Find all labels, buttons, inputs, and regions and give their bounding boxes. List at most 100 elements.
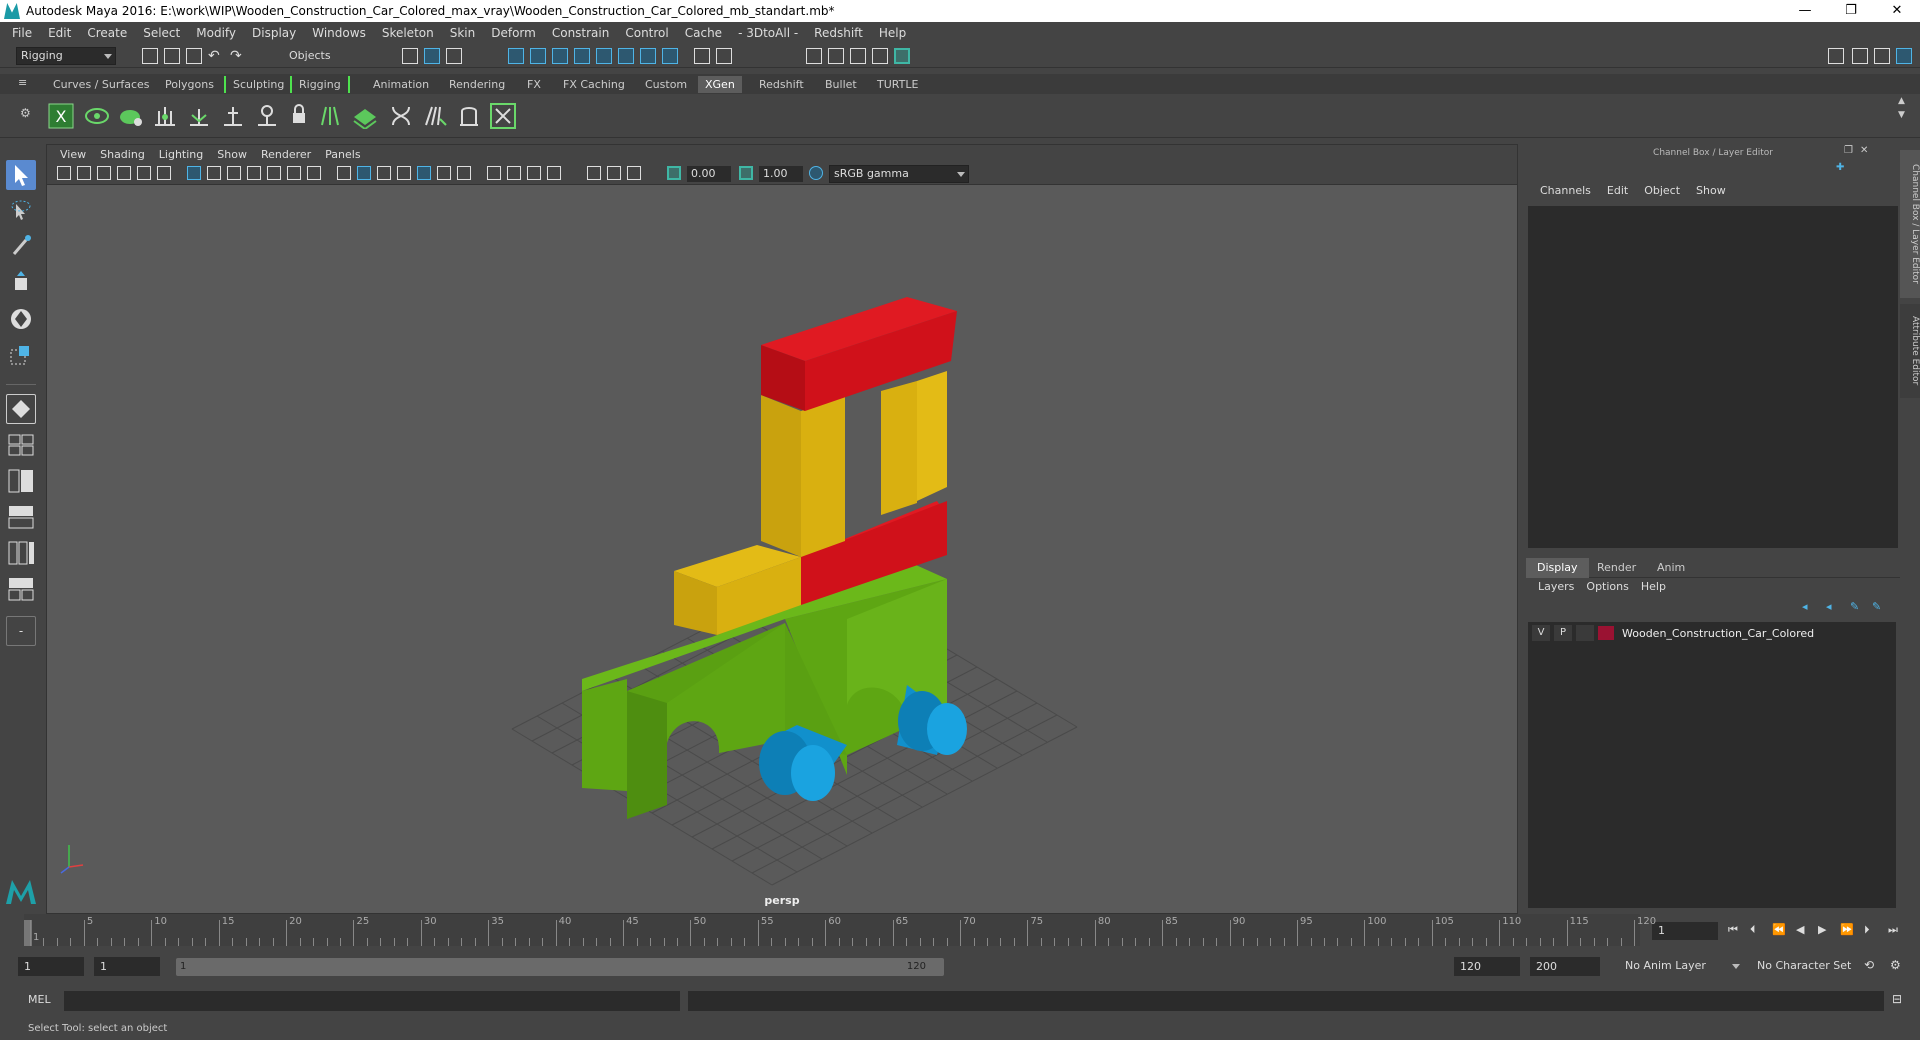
move-tool[interactable]: [6, 268, 36, 298]
new-scene-icon[interactable]: [142, 48, 158, 64]
shelf-menu-icon[interactable]: ≡: [18, 76, 34, 92]
edit-menu[interactable]: Edit: [1599, 184, 1636, 197]
gamma-value[interactable]: 1.00: [759, 166, 803, 182]
render-current-frame-icon[interactable]: [828, 48, 844, 64]
xgen-add-guide-icon[interactable]: [186, 103, 212, 129]
input-output-icon[interactable]: [716, 48, 732, 64]
channel-box-side-tab[interactable]: Channel Box / Layer Editor: [1900, 150, 1920, 298]
history-icon[interactable]: [640, 48, 656, 64]
anim-layer-dropdown[interactable]: No Anim Layer: [1620, 957, 1744, 975]
script-editor-icon[interactable]: ⊟: [1892, 992, 1908, 1008]
viewport-menu-lighting[interactable]: Lighting: [152, 148, 210, 161]
save-scene-icon[interactable]: [186, 48, 202, 64]
isolate-select-icon[interactable]: [547, 166, 561, 180]
menu-skeleton[interactable]: Skeleton: [374, 26, 442, 40]
go-to-end-icon[interactable]: ⏭: [1888, 923, 1904, 939]
xgen-lock-guides-icon[interactable]: [286, 103, 312, 129]
use-all-lights-icon[interactable]: [417, 166, 431, 180]
restore-button[interactable]: ❐: [1828, 0, 1874, 22]
mode-dropdown[interactable]: Rigging: [16, 47, 116, 65]
show-menu[interactable]: Show: [1688, 184, 1734, 197]
animation-end-field[interactable]: 200: [1530, 957, 1600, 976]
wireframe-on-shaded-icon[interactable]: [377, 166, 391, 180]
menu-redshift[interactable]: Redshift: [806, 26, 871, 40]
scale-tool[interactable]: [6, 340, 36, 370]
options-menu[interactable]: Options: [1580, 580, 1634, 593]
tab-fx-caching[interactable]: FX Caching: [556, 76, 632, 93]
new-layer-icon[interactable]: ✎: [1850, 600, 1864, 614]
snap-live-icon[interactable]: [596, 48, 612, 64]
menu-cache[interactable]: Cache: [677, 26, 730, 40]
manipulator-icon[interactable]: ✚: [1836, 162, 1850, 176]
tab-turtle[interactable]: TURTLE: [870, 76, 925, 93]
xgen-density-brush-icon[interactable]: [352, 103, 378, 129]
field-chart-icon[interactable]: [267, 166, 281, 180]
preferences-icon[interactable]: ⚙: [1890, 958, 1906, 974]
channel-box-area[interactable]: [1528, 206, 1898, 548]
layer-row[interactable]: V P Wooden_Construction_Car_Colored: [1532, 624, 1892, 642]
2d-pan-zoom-icon[interactable]: [137, 166, 151, 180]
channels-menu[interactable]: Channels: [1532, 184, 1599, 197]
paint-select-tool[interactable]: [6, 232, 36, 262]
viewport-menu-renderer[interactable]: Renderer: [254, 148, 318, 161]
safe-title-icon[interactable]: [307, 166, 321, 180]
shadows-icon[interactable]: [437, 166, 451, 180]
image-plane-icon[interactable]: [117, 166, 131, 180]
layer-visibility-toggle[interactable]: V: [1532, 625, 1550, 641]
xgen-create-description-icon[interactable]: [118, 103, 144, 129]
menu-file[interactable]: File: [4, 26, 40, 40]
undo-icon[interactable]: ↶: [208, 48, 224, 64]
xgen-place-guides-icon[interactable]: [152, 103, 178, 129]
layer-color-swatch[interactable]: [1598, 626, 1614, 640]
range-bar[interactable]: 1 120: [176, 958, 944, 976]
toy-car-model[interactable]: [582, 297, 967, 819]
snap-view-plane-icon[interactable]: [574, 48, 590, 64]
menu-deform[interactable]: Deform: [483, 26, 544, 40]
menu-display[interactable]: Display: [244, 26, 304, 40]
attribute-editor-toggle-icon[interactable]: [1874, 48, 1890, 64]
menu-windows[interactable]: Windows: [304, 26, 374, 40]
safe-action-icon[interactable]: [287, 166, 301, 180]
color-space-dropdown[interactable]: sRGB gamma: [829, 165, 969, 183]
xgen-preview-icon[interactable]: [84, 103, 110, 129]
shelf-scroll-down-icon[interactable]: ▼: [1898, 110, 1914, 126]
xgen-select-guides-icon[interactable]: [254, 103, 280, 129]
snap-point-icon[interactable]: [552, 48, 568, 64]
persp-uv-layout[interactable]: [6, 574, 36, 604]
xgen-editor-icon[interactable]: X: [48, 103, 74, 129]
xray-icon[interactable]: [587, 166, 601, 180]
tab-display[interactable]: Display: [1526, 558, 1589, 578]
single-perspective-layout[interactable]: [6, 394, 36, 424]
ipr-render-icon[interactable]: [850, 48, 866, 64]
close-panel-icon[interactable]: ✕: [1860, 145, 1872, 157]
tab-sculpting[interactable]: Sculpting: [224, 76, 291, 93]
resolution-gate-icon[interactable]: [227, 166, 241, 180]
snap-curve-icon[interactable]: [530, 48, 546, 64]
selection-mode-dropdown[interactable]: Objects: [284, 47, 380, 65]
grease-pencil-icon[interactable]: [157, 166, 171, 180]
layer-type-toggle[interactable]: [1576, 625, 1594, 641]
playback-start-field[interactable]: 1: [94, 957, 160, 976]
snap-together-icon[interactable]: [618, 48, 634, 64]
scene-canvas[interactable]: [47, 185, 1517, 893]
float-panel-icon[interactable]: ❐: [1844, 145, 1856, 157]
tab-rendering[interactable]: Rendering: [442, 76, 512, 93]
camera-attributes-icon[interactable]: [77, 166, 91, 180]
gate-mask-icon[interactable]: [247, 166, 261, 180]
xgen-groom-brush-icon[interactable]: [422, 103, 448, 129]
construction-history-icon[interactable]: [662, 48, 678, 64]
smooth-shade-icon[interactable]: [357, 166, 371, 180]
menu-help[interactable]: Help: [871, 26, 914, 40]
layers-menu[interactable]: Layers: [1532, 580, 1580, 593]
minimize-button[interactable]: —: [1782, 0, 1828, 22]
bookmark-icon[interactable]: [97, 166, 111, 180]
tab-animation[interactable]: Animation: [366, 76, 436, 93]
tab-xgen[interactable]: XGen: [698, 76, 742, 93]
workspace-icon[interactable]: [1828, 48, 1844, 64]
step-back-frame-icon[interactable]: ⏴: [1750, 923, 1766, 939]
tab-render[interactable]: Render: [1586, 558, 1647, 578]
playback-end-field[interactable]: 120: [1454, 957, 1520, 976]
tab-custom[interactable]: Custom: [638, 76, 694, 93]
attribute-editor-side-tab[interactable]: Attribute Editor: [1900, 304, 1920, 398]
motion-blur-icon[interactable]: [487, 166, 501, 180]
